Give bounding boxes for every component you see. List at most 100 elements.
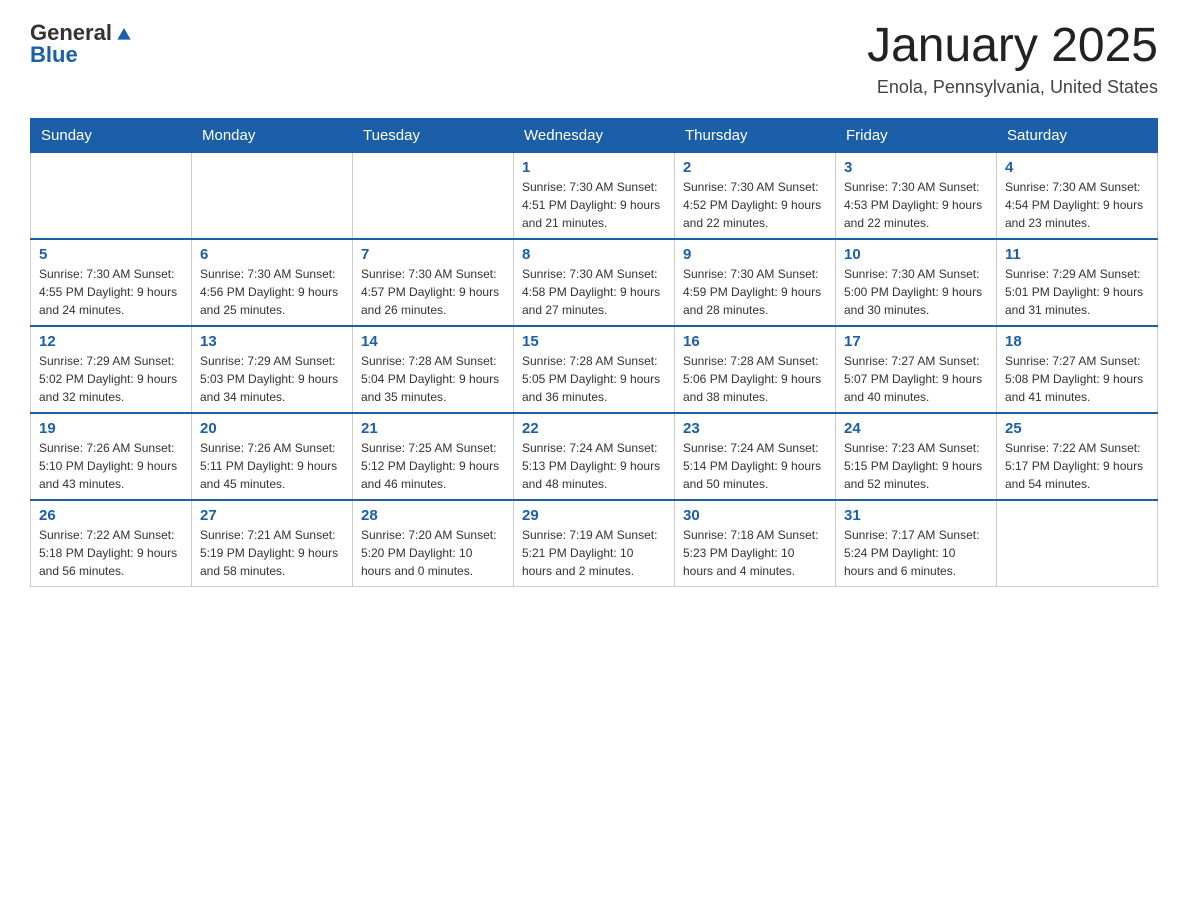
day-info: Sunrise: 7:26 AM Sunset: 5:10 PM Dayligh… <box>39 439 183 493</box>
calendar-day-cell: 28 Sunrise: 7:20 AM Sunset: 5:20 PM Dayli… <box>353 500 514 587</box>
calendar-week-row: 26Sunrise: 7:22 AM Sunset: 5:18 PM Dayli… <box>31 500 1158 587</box>
calendar-day-cell: 19 Sunrise: 7:26 AM Sunset: 5:10 PM Dayli… <box>31 413 192 500</box>
day-number: 3 <box>844 159 988 176</box>
day-info: Sunrise: 7:30 AM Sunset: 4:51 PM Dayligh… <box>522 178 666 232</box>
day-info: Sunrise: 7:30 AM Sunset: 4:55 PM Dayligh… <box>39 265 183 319</box>
day-number: 20 <box>200 420 344 437</box>
day-number: 27 <box>200 507 344 524</box>
calendar-week-row: 12 Sunrise: 7:29 AM Sunset: 5:02 PM Dayli… <box>31 326 1158 413</box>
calendar-day-cell: 25Sunrise: 7:22 AM Sunset: 5:17 PM Dayli… <box>997 413 1158 500</box>
day-number: 14 <box>361 333 505 350</box>
calendar-day-header: Saturday <box>997 118 1158 152</box>
calendar-day-cell: 31 Sunrise: 7:17 AM Sunset: 5:24 PM Dayli… <box>836 500 997 587</box>
day-number: 10 <box>844 246 988 263</box>
calendar-day-cell: 10 Sunrise: 7:30 AM Sunset: 5:00 PM Dayli… <box>836 239 997 326</box>
month-title: January 2025 <box>867 20 1158 73</box>
day-number: 19 <box>39 420 183 437</box>
calendar-day-cell <box>192 152 353 239</box>
calendar-day-header: Tuesday <box>353 118 514 152</box>
logo-blue-text: Blue <box>30 42 78 68</box>
day-number: 26 <box>39 507 183 524</box>
day-info: Sunrise: 7:30 AM Sunset: 4:52 PM Dayligh… <box>683 178 827 232</box>
day-info: Sunrise: 7:21 AM Sunset: 5:19 PM Dayligh… <box>200 526 344 580</box>
calendar-day-header: Wednesday <box>514 118 675 152</box>
day-info: Sunrise: 7:24 AM Sunset: 5:14 PM Dayligh… <box>683 439 827 493</box>
day-number: 8 <box>522 246 666 263</box>
day-info: Sunrise: 7:30 AM Sunset: 4:59 PM Dayligh… <box>683 265 827 319</box>
day-number: 16 <box>683 333 827 350</box>
day-info: Sunrise: 7:29 AM Sunset: 5:02 PM Dayligh… <box>39 352 183 406</box>
calendar-day-cell: 22 Sunrise: 7:24 AM Sunset: 5:13 PM Dayli… <box>514 413 675 500</box>
calendar-week-row: 5 Sunrise: 7:30 AM Sunset: 4:55 PM Daylig… <box>31 239 1158 326</box>
calendar-week-row: 1 Sunrise: 7:30 AM Sunset: 4:51 PM Daylig… <box>31 152 1158 239</box>
day-number: 31 <box>844 507 988 524</box>
calendar-week-row: 19 Sunrise: 7:26 AM Sunset: 5:10 PM Dayli… <box>31 413 1158 500</box>
day-number: 24 <box>844 420 988 437</box>
calendar-day-cell: 16 Sunrise: 7:28 AM Sunset: 5:06 PM Dayli… <box>675 326 836 413</box>
calendar-day-header: Friday <box>836 118 997 152</box>
calendar-day-cell <box>31 152 192 239</box>
day-info: Sunrise: 7:29 AM Sunset: 5:03 PM Dayligh… <box>200 352 344 406</box>
logo-triangle-icon <box>114 23 134 43</box>
day-number: 17 <box>844 333 988 350</box>
calendar-day-cell: 6 Sunrise: 7:30 AM Sunset: 4:56 PM Daylig… <box>192 239 353 326</box>
calendar-day-cell: 27 Sunrise: 7:21 AM Sunset: 5:19 PM Dayli… <box>192 500 353 587</box>
calendar-day-cell: 3 Sunrise: 7:30 AM Sunset: 4:53 PM Daylig… <box>836 152 997 239</box>
calendar-day-cell: 7 Sunrise: 7:30 AM Sunset: 4:57 PM Daylig… <box>353 239 514 326</box>
calendar-day-cell: 12 Sunrise: 7:29 AM Sunset: 5:02 PM Dayli… <box>31 326 192 413</box>
location: Enola, Pennsylvania, United States <box>867 77 1158 98</box>
calendar-day-cell: 20Sunrise: 7:26 AM Sunset: 5:11 PM Dayli… <box>192 413 353 500</box>
day-info: Sunrise: 7:17 AM Sunset: 5:24 PM Dayligh… <box>844 526 988 580</box>
calendar-day-cell <box>997 500 1158 587</box>
day-info: Sunrise: 7:30 AM Sunset: 4:58 PM Dayligh… <box>522 265 666 319</box>
day-info: Sunrise: 7:25 AM Sunset: 5:12 PM Dayligh… <box>361 439 505 493</box>
day-info: Sunrise: 7:20 AM Sunset: 5:20 PM Dayligh… <box>361 526 505 580</box>
calendar-day-cell: 5 Sunrise: 7:30 AM Sunset: 4:55 PM Daylig… <box>31 239 192 326</box>
calendar-day-cell: 15Sunrise: 7:28 AM Sunset: 5:05 PM Dayli… <box>514 326 675 413</box>
day-number: 15 <box>522 333 666 350</box>
day-number: 18 <box>1005 333 1149 350</box>
calendar-day-cell: 13Sunrise: 7:29 AM Sunset: 5:03 PM Dayli… <box>192 326 353 413</box>
day-info: Sunrise: 7:30 AM Sunset: 4:57 PM Dayligh… <box>361 265 505 319</box>
calendar-day-cell: 2 Sunrise: 7:30 AM Sunset: 4:52 PM Daylig… <box>675 152 836 239</box>
calendar-day-cell: 23 Sunrise: 7:24 AM Sunset: 5:14 PM Dayli… <box>675 413 836 500</box>
calendar-header-row: SundayMondayTuesdayWednesdayThursdayFrid… <box>31 118 1158 152</box>
calendar-table: SundayMondayTuesdayWednesdayThursdayFrid… <box>30 118 1158 587</box>
day-info: Sunrise: 7:27 AM Sunset: 5:08 PM Dayligh… <box>1005 352 1149 406</box>
calendar-day-cell: 9 Sunrise: 7:30 AM Sunset: 4:59 PM Daylig… <box>675 239 836 326</box>
calendar-day-cell: 21 Sunrise: 7:25 AM Sunset: 5:12 PM Dayli… <box>353 413 514 500</box>
title-block: January 2025 Enola, Pennsylvania, United… <box>867 20 1158 98</box>
day-number: 9 <box>683 246 827 263</box>
calendar-day-cell <box>353 152 514 239</box>
day-number: 6 <box>200 246 344 263</box>
day-number: 7 <box>361 246 505 263</box>
day-number: 2 <box>683 159 827 176</box>
day-info: Sunrise: 7:30 AM Sunset: 4:56 PM Dayligh… <box>200 265 344 319</box>
day-number: 5 <box>39 246 183 263</box>
calendar-body: 1 Sunrise: 7:30 AM Sunset: 4:51 PM Daylig… <box>31 152 1158 586</box>
day-info: Sunrise: 7:30 AM Sunset: 4:54 PM Dayligh… <box>1005 178 1149 232</box>
page-header: General Blue January 2025 Enola, Pennsyl… <box>30 20 1158 98</box>
calendar-day-cell: 1 Sunrise: 7:30 AM Sunset: 4:51 PM Daylig… <box>514 152 675 239</box>
day-info: Sunrise: 7:29 AM Sunset: 5:01 PM Dayligh… <box>1005 265 1149 319</box>
calendar-day-cell: 8 Sunrise: 7:30 AM Sunset: 4:58 PM Daylig… <box>514 239 675 326</box>
day-info: Sunrise: 7:30 AM Sunset: 5:00 PM Dayligh… <box>844 265 988 319</box>
day-number: 30 <box>683 507 827 524</box>
day-number: 12 <box>39 333 183 350</box>
calendar-day-cell: 14 Sunrise: 7:28 AM Sunset: 5:04 PM Dayli… <box>353 326 514 413</box>
day-number: 22 <box>522 420 666 437</box>
day-number: 28 <box>361 507 505 524</box>
day-number: 21 <box>361 420 505 437</box>
day-number: 1 <box>522 159 666 176</box>
day-info: Sunrise: 7:24 AM Sunset: 5:13 PM Dayligh… <box>522 439 666 493</box>
day-info: Sunrise: 7:28 AM Sunset: 5:06 PM Dayligh… <box>683 352 827 406</box>
calendar-day-cell: 4Sunrise: 7:30 AM Sunset: 4:54 PM Daylig… <box>997 152 1158 239</box>
calendar-day-cell: 24Sunrise: 7:23 AM Sunset: 5:15 PM Dayli… <box>836 413 997 500</box>
day-info: Sunrise: 7:30 AM Sunset: 4:53 PM Dayligh… <box>844 178 988 232</box>
day-number: 23 <box>683 420 827 437</box>
calendar-day-header: Thursday <box>675 118 836 152</box>
calendar-day-cell: 26Sunrise: 7:22 AM Sunset: 5:18 PM Dayli… <box>31 500 192 587</box>
day-info: Sunrise: 7:28 AM Sunset: 5:04 PM Dayligh… <box>361 352 505 406</box>
day-number: 11 <box>1005 246 1149 263</box>
calendar-day-cell: 17Sunrise: 7:27 AM Sunset: 5:07 PM Dayli… <box>836 326 997 413</box>
